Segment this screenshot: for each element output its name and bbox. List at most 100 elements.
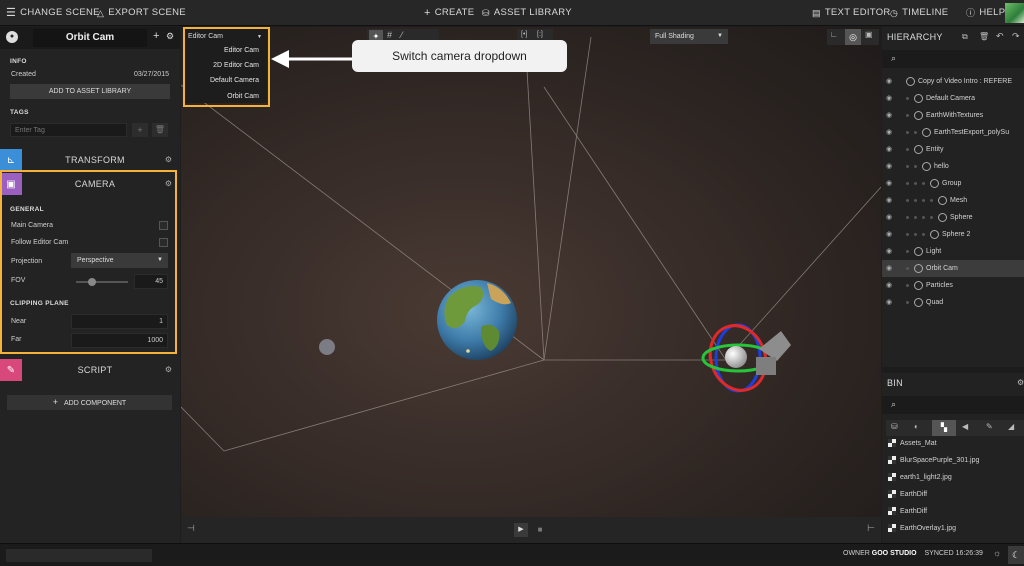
hierarchy-item[interactable]: ◉ Entity xyxy=(882,141,1024,158)
eye-icon[interactable]: ◉ xyxy=(886,175,892,192)
create-button[interactable]: + CREATE xyxy=(424,0,474,26)
add-tag-button[interactable]: + xyxy=(132,123,148,137)
hierarchy-item[interactable]: ◉ Mesh xyxy=(882,192,1024,209)
asset-library-button[interactable]: ⛁ ASSET LIBRARY xyxy=(482,0,572,26)
filter-all-icon[interactable]: ⛁ xyxy=(891,422,898,431)
eye-icon[interactable]: ◉ xyxy=(886,141,892,158)
export-scene-label: EXPORT SCENE xyxy=(108,7,186,18)
filter-textures-icon[interactable]: ▚ xyxy=(932,420,956,436)
orbit-cam-gizmo[interactable] xyxy=(701,318,791,398)
earth-globe[interactable] xyxy=(437,280,517,360)
frame-icon[interactable]: [•] xyxy=(521,31,527,38)
bin-item[interactable]: earth1_light2.jpg xyxy=(882,469,1024,486)
collapse-left-icon[interactable]: ⊣ xyxy=(187,523,195,534)
gear-icon[interactable]: ⚙ xyxy=(166,31,174,42)
filter-meshes-icon[interactable]: ◢ xyxy=(1008,422,1014,431)
collapse-right-icon[interactable]: ⊢ xyxy=(867,523,875,534)
add-component-button[interactable]: + ADD COMPONENT xyxy=(7,395,172,410)
hierarchy-item-content: EarthTestExport_polySu xyxy=(906,124,1009,141)
trash-icon[interactable]: 🗑 xyxy=(979,32,989,41)
indent-dot xyxy=(906,181,909,185)
hierarchy-item[interactable]: ◉ Copy of Video Intro : REFERE xyxy=(882,73,1024,90)
script-gear-icon[interactable]: ⚙ xyxy=(165,365,172,374)
scene-viewport[interactable]: ✦ # ⁄ [•] [:] Full Shading ▼ ∟ ◎ ▣ Edito… xyxy=(181,27,881,543)
eye-icon[interactable]: ◉ xyxy=(886,209,892,226)
hierarchy-item[interactable]: ◉ Default Camera xyxy=(882,90,1024,107)
hierarchy-item[interactable]: ◉ Group xyxy=(882,175,1024,192)
eye-icon[interactable]: ◉ xyxy=(886,124,892,141)
shading-select[interactable]: Full Shading ▼ xyxy=(650,29,728,44)
redo-icon[interactable]: ↷ xyxy=(1012,31,1020,42)
indent-dot xyxy=(930,215,933,219)
grid-icon[interactable]: # xyxy=(387,30,392,40)
bin-item-label: Assets_Mat xyxy=(900,440,937,447)
hierarchy-item[interactable]: ◉ Sphere 2 xyxy=(882,226,1024,243)
eye-icon[interactable]: ◉ xyxy=(886,73,892,90)
bin-gear-icon[interactable]: ⚙ xyxy=(1017,378,1024,387)
maximize-icon[interactable]: ▣ xyxy=(865,30,873,39)
hierarchy-item[interactable]: ◉ hello xyxy=(882,158,1024,175)
eye-icon[interactable]: ◉ xyxy=(886,277,892,294)
filter-materials-icon[interactable]: ◐ xyxy=(914,422,919,431)
eye-icon[interactable]: ◉ xyxy=(886,192,892,209)
plus-icon: + xyxy=(424,7,431,19)
text-editor-button[interactable]: ▤ TEXT EDITOR xyxy=(812,0,891,26)
help-icon: ⓘ xyxy=(966,8,976,18)
small-sphere[interactable] xyxy=(319,339,335,355)
hierarchy-item[interactable]: ◉ Orbit Cam xyxy=(882,260,1024,277)
transform-gear-icon[interactable]: ⚙ xyxy=(165,155,172,164)
user-avatar[interactable] xyxy=(1005,3,1024,23)
bin-item[interactable]: BlurSpacePurple_301.jpg xyxy=(882,452,1024,469)
frame-all-icon[interactable]: [:] xyxy=(537,31,543,38)
light-theme-icon[interactable]: ☼ xyxy=(993,548,1001,558)
camera-component-highlight xyxy=(0,170,177,354)
export-icon: △ xyxy=(97,8,105,18)
bin-search[interactable]: ⌕ xyxy=(882,396,1024,414)
transform-title: TRANSFORM xyxy=(65,155,125,165)
stop-button[interactable]: ■ xyxy=(533,523,547,537)
copy-icon[interactable]: ⧉ xyxy=(962,32,968,42)
undo-icon[interactable]: ↶ xyxy=(996,31,1004,42)
hierarchy-item[interactable]: ◉ Sphere xyxy=(882,209,1024,226)
help-button[interactable]: ⓘ HELP xyxy=(966,0,1005,26)
delete-tag-button[interactable]: 🗑 xyxy=(152,123,168,137)
transform-component-header[interactable]: ⊾ TRANSFORM ⚙ xyxy=(0,149,180,171)
axis-icon[interactable]: ∟ xyxy=(830,30,838,39)
eye-icon[interactable]: ◉ xyxy=(886,226,892,243)
orbit-icon[interactable]: ◎ xyxy=(845,29,861,45)
bin-item[interactable]: Assets_Mat xyxy=(882,438,1024,452)
timeline-button[interactable]: ◷ TIMELINE xyxy=(890,0,948,26)
eye-icon[interactable]: ◉ xyxy=(886,107,892,124)
entity-name-field[interactable]: Orbit Cam xyxy=(33,29,147,47)
callout-bubble: Switch camera dropdown xyxy=(352,40,567,72)
change-scene-button[interactable]: ☰ CHANGE SCENE xyxy=(6,0,100,26)
play-button[interactable]: ▶ xyxy=(514,523,528,537)
hierarchy-item[interactable]: ◉ Light xyxy=(882,243,1024,260)
tag-input[interactable] xyxy=(10,123,127,137)
filter-audio-icon[interactable]: ◀ xyxy=(962,422,968,431)
export-scene-button[interactable]: △ EXPORT SCENE xyxy=(97,0,186,26)
eye-icon[interactable]: ◉ xyxy=(886,90,892,107)
filter-scripts-icon[interactable]: ✎ xyxy=(986,422,993,431)
eye-icon[interactable]: ◉ xyxy=(886,260,892,277)
bin-title: BIN xyxy=(887,378,903,388)
eye-icon[interactable]: ◉ xyxy=(886,294,892,311)
entity-node-icon xyxy=(938,195,947,205)
add-icon[interactable]: + xyxy=(153,30,159,42)
pen-icon[interactable]: ⁄ xyxy=(401,30,403,40)
dark-theme-icon[interactable]: ☾ xyxy=(1008,546,1024,564)
hierarchy-item[interactable]: ◉ EarthTestExport_polySu xyxy=(882,124,1024,141)
hierarchy-item[interactable]: ◉ Particles xyxy=(882,277,1024,294)
hierarchy-item[interactable]: ◉ Quad xyxy=(882,294,1024,311)
bin-item[interactable]: EarthDiff xyxy=(882,503,1024,520)
eye-icon[interactable]: ◉ xyxy=(886,158,892,175)
script-component-header[interactable]: ✎ SCRIPT ⚙ xyxy=(0,359,180,381)
bin-item[interactable]: EarthDiff xyxy=(882,486,1024,503)
bin-item[interactable]: EarthOverlay1.jpg xyxy=(882,520,1024,537)
panel-divider[interactable] xyxy=(882,367,1024,373)
eye-icon[interactable]: ◉ xyxy=(886,243,892,260)
hierarchy-item[interactable]: ◉ EarthWithTextures xyxy=(882,107,1024,124)
add-to-asset-library-button[interactable]: ADD TO ASSET LIBRARY xyxy=(10,84,170,99)
synced-time: SYNCED 16:26:39 xyxy=(924,550,983,557)
hierarchy-search[interactable]: ⌕ xyxy=(882,50,1024,68)
